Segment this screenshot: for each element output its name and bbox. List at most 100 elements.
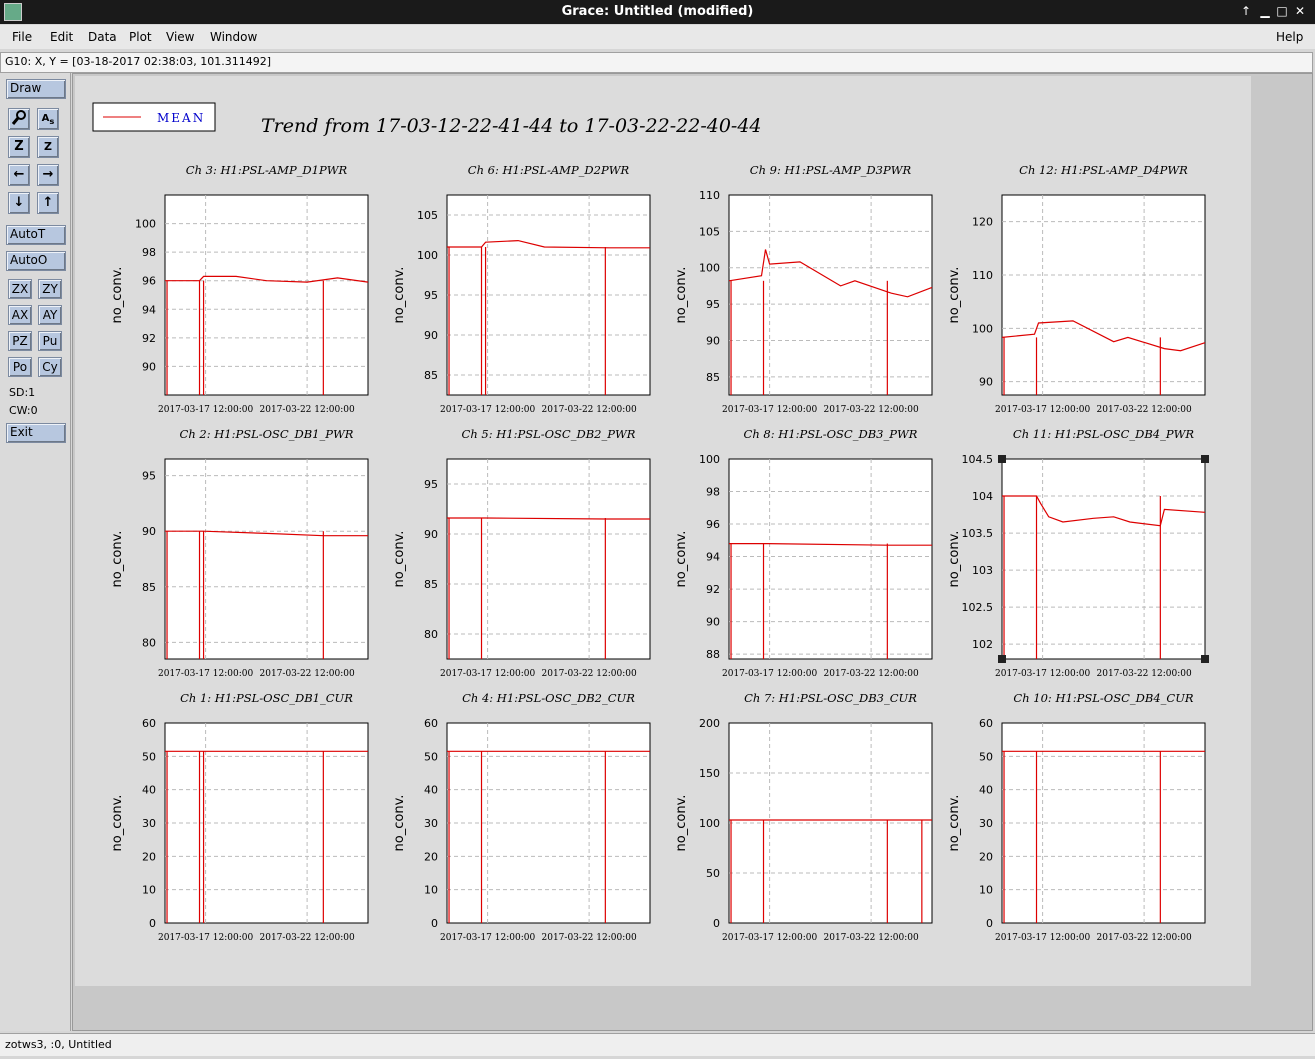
menu-window[interactable]: Window <box>210 30 257 44</box>
graph-title: Ch 6: H1:PSL-AMP_D2PWR <box>468 163 630 177</box>
autot-button[interactable]: AutoT <box>6 225 66 245</box>
y-tick-label: 85 <box>706 371 720 384</box>
y-tick-label: 90 <box>142 360 156 373</box>
y-tick-label: 85 <box>142 581 156 594</box>
po-button[interactable]: Po <box>8 357 32 377</box>
y-tick-label: 100 <box>699 453 720 466</box>
arrow-up-icon[interactable]: ↑ <box>37 192 59 214</box>
y-tick-label: 104 <box>972 490 993 503</box>
y-tick-label: 30 <box>979 817 993 830</box>
graph-title: Ch 7: H1:PSL-OSC_DB3_CUR <box>744 691 917 705</box>
exit-button[interactable]: Exit <box>6 423 66 443</box>
menu-data[interactable]: Data <box>88 30 117 44</box>
autoo-button[interactable]: AutoO <box>6 251 66 271</box>
maximize-icon[interactable]: □ <box>1274 3 1290 19</box>
x-tick-label: 2017-03-22 12:00:00 <box>542 405 637 415</box>
x-tick-label: 2017-03-22 12:00:00 <box>1097 405 1192 415</box>
y-tick-label: 40 <box>424 784 438 797</box>
y-tick-label: 94 <box>142 303 156 316</box>
x-tick-label: 2017-03-17 12:00:00 <box>158 669 253 679</box>
selection-handle[interactable] <box>998 655 1006 663</box>
zx-button[interactable]: ZX <box>8 279 32 299</box>
ay-button[interactable]: AY <box>38 305 62 325</box>
y-axis-label: no_conv. <box>674 531 689 588</box>
pz-button[interactable]: PZ <box>8 331 32 351</box>
y-tick-label: 105 <box>699 225 720 238</box>
plot-canvas[interactable]: MEAN Trend from 17-03-12-22-41-44 to 17-… <box>72 73 1313 1031</box>
y-tick-label: 92 <box>706 583 720 596</box>
graph-frame <box>164 194 369 396</box>
y-tick-label: 30 <box>424 817 438 830</box>
selection-handle[interactable] <box>1201 455 1209 463</box>
toolbox: Draw As Z Z ← → ↓ ↑ AutoT AutoO ZX ZY AX… <box>0 73 71 1031</box>
menu-edit[interactable]: Edit <box>50 30 73 44</box>
y-tick-label: 102 <box>972 638 993 651</box>
x-tick-label: 2017-03-22 12:00:00 <box>1097 933 1192 943</box>
y-tick-label: 90 <box>424 329 438 342</box>
y-tick-label: 0 <box>431 917 438 930</box>
graph-title: Ch 1: H1:PSL-OSC_DB1_CUR <box>180 691 353 705</box>
y-tick-label: 94 <box>706 551 720 564</box>
pu-button[interactable]: Pu <box>38 331 62 351</box>
x-tick-label: 2017-03-22 12:00:00 <box>260 669 355 679</box>
draw-button[interactable]: Draw <box>6 79 66 99</box>
text-icon[interactable]: As <box>37 108 59 130</box>
statusbar: zotws3, :0, Untitled <box>0 1033 1315 1056</box>
x-tick-label: 2017-03-22 12:00:00 <box>260 933 355 943</box>
y-axis-label: no_conv. <box>110 531 125 588</box>
y-tick-label: 80 <box>142 636 156 649</box>
raise-icon[interactable]: ↑ <box>1238 3 1254 19</box>
graph-title: Ch 4: H1:PSL-OSC_DB2_CUR <box>462 691 635 705</box>
y-tick-label: 100 <box>417 249 438 262</box>
legend-box[interactable]: MEAN <box>92 102 216 132</box>
x-tick-label: 2017-03-17 12:00:00 <box>722 669 817 679</box>
y-tick-label: 50 <box>424 750 438 763</box>
y-tick-label: 40 <box>979 784 993 797</box>
x-tick-label: 2017-03-17 12:00:00 <box>722 405 817 415</box>
x-tick-label: 2017-03-17 12:00:00 <box>995 933 1090 943</box>
selection-handle[interactable] <box>998 455 1006 463</box>
x-tick-label: 2017-03-22 12:00:00 <box>824 405 919 415</box>
selection-handle[interactable] <box>1201 655 1209 663</box>
y-tick-label: 200 <box>699 717 720 730</box>
window-titlebar[interactable]: Grace: Untitled (modified) ↑ ▁ □ ✕ <box>0 0 1315 24</box>
y-axis-label: no_conv. <box>392 795 407 852</box>
y-tick-label: 104.5 <box>962 453 994 466</box>
graph-frame <box>1001 194 1206 396</box>
y-tick-label: 95 <box>706 298 720 311</box>
y-tick-label: 90 <box>979 376 993 389</box>
arrow-down-icon[interactable]: ↓ <box>8 192 30 214</box>
graph-title: Ch 12: H1:PSL-AMP_D4PWR <box>1019 163 1188 177</box>
y-tick-label: 90 <box>706 616 720 629</box>
y-tick-label: 95 <box>424 289 438 302</box>
menu-plot[interactable]: Plot <box>129 30 152 44</box>
arrow-left-icon[interactable]: ← <box>8 164 30 186</box>
graph-frame <box>164 458 369 660</box>
y-tick-label: 50 <box>979 750 993 763</box>
x-tick-label: 2017-03-17 12:00:00 <box>158 933 253 943</box>
y-tick-label: 88 <box>706 648 720 661</box>
ax-button[interactable]: AX <box>8 305 32 325</box>
y-tick-label: 96 <box>142 275 156 288</box>
close-icon[interactable]: ✕ <box>1292 3 1308 19</box>
zy-button[interactable]: ZY <box>38 279 62 299</box>
y-tick-label: 60 <box>424 717 438 730</box>
cy-button[interactable]: Cy <box>38 357 62 377</box>
zoom-z-icon[interactable]: Z <box>8 136 30 158</box>
y-tick-label: 95 <box>424 478 438 491</box>
y-tick-label: 96 <box>706 518 720 531</box>
magnify-icon[interactable] <box>8 108 30 130</box>
menu-file[interactable]: File <box>12 30 32 44</box>
y-axis-label: no_conv. <box>674 267 689 324</box>
graph-title: Ch 5: H1:PSL-OSC_DB2_PWR <box>462 427 636 441</box>
y-axis-label: no_conv. <box>674 795 689 852</box>
graph-title: Ch 10: H1:PSL-OSC_DB4_CUR <box>1013 691 1193 705</box>
minimize-icon[interactable]: ▁ <box>1257 3 1273 19</box>
y-tick-label: 90 <box>142 525 156 538</box>
zoom-z-small-icon[interactable]: Z <box>37 136 59 158</box>
menu-view[interactable]: View <box>166 30 194 44</box>
y-tick-label: 92 <box>142 332 156 345</box>
arrow-right-icon[interactable]: → <box>37 164 59 186</box>
y-tick-label: 105 <box>417 209 438 222</box>
menu-help[interactable]: Help <box>1276 30 1303 44</box>
